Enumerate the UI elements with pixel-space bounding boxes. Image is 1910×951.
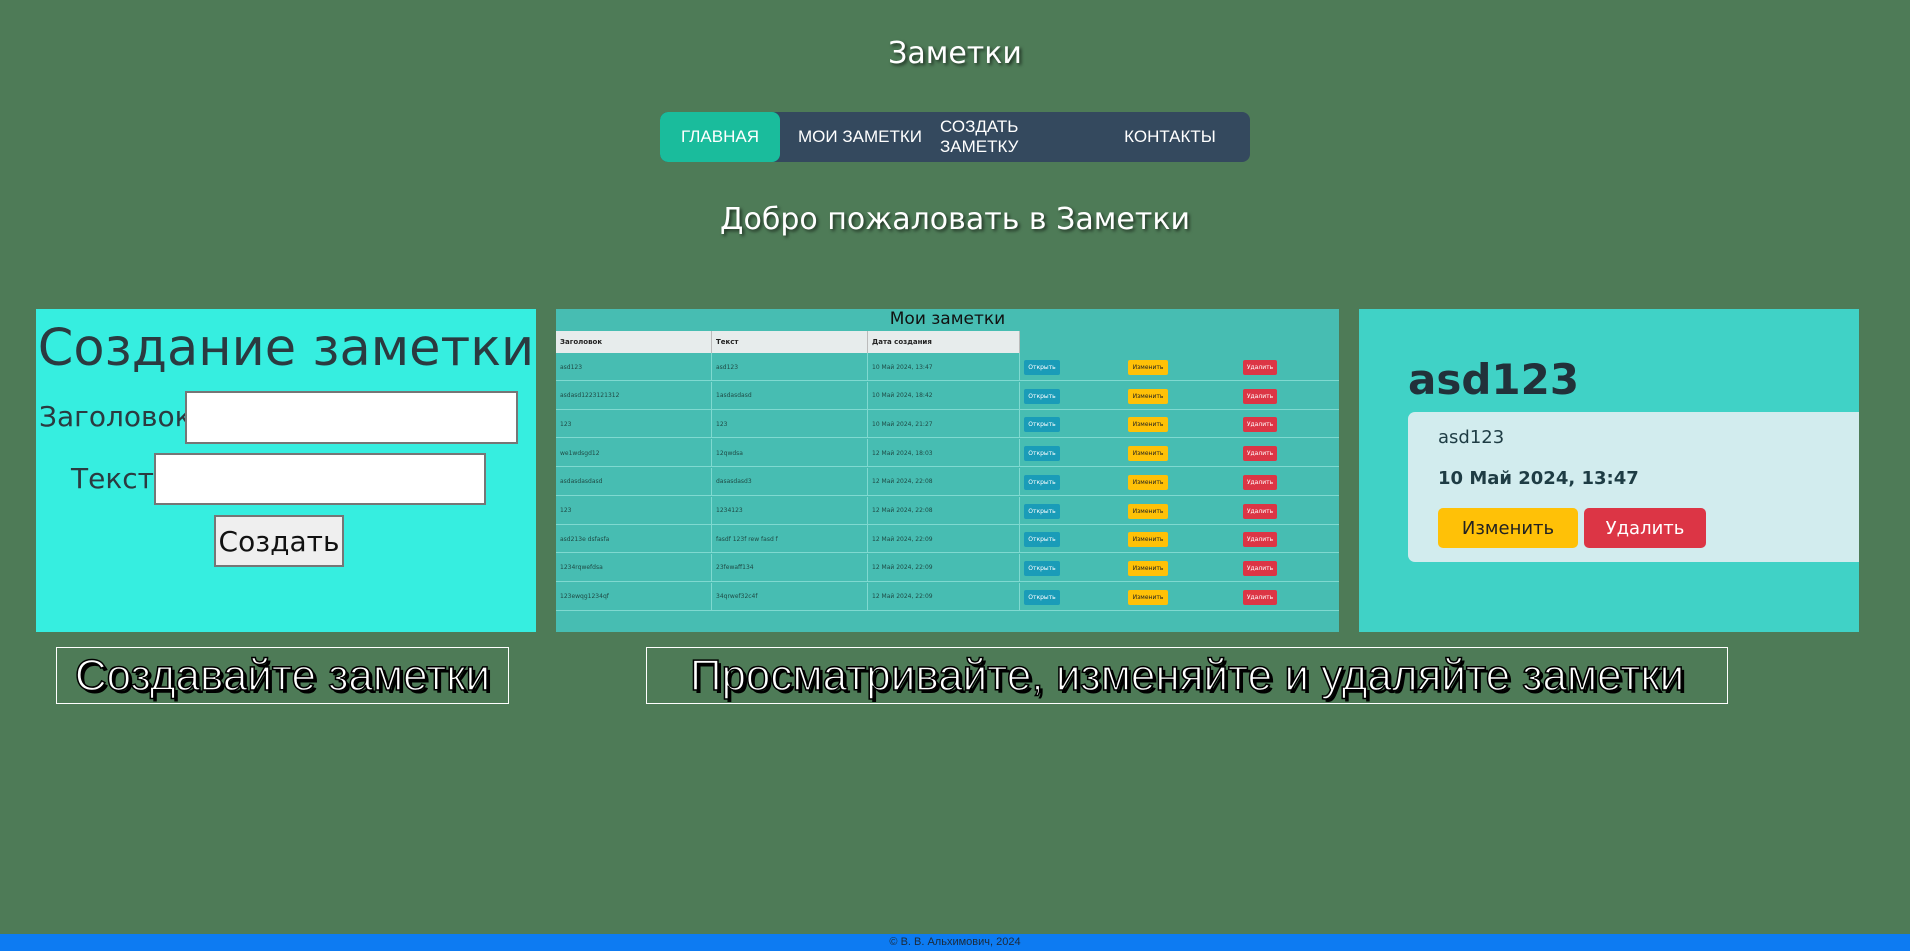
row-title-cell: 123 bbox=[556, 410, 712, 439]
notes-list-screenshot: Мои заметки Заголовок Текст Дата создани… bbox=[556, 309, 1339, 632]
row-edit-button: Изменить bbox=[1128, 474, 1168, 490]
welcome-heading: Добро пожаловать в Заметки bbox=[720, 202, 1190, 237]
table-row: asdasdasdasd dasasdasd3 12 Май 2024, 22:08… bbox=[556, 467, 1339, 496]
text-input bbox=[154, 453, 486, 505]
row-title-cell: 123ewqg1234qf bbox=[556, 582, 712, 611]
column-header-date: Дата создания bbox=[868, 331, 1020, 353]
row-text-cell: dasasdasd3 bbox=[712, 467, 868, 496]
row-open-button: Открыть bbox=[1024, 532, 1060, 548]
row-text-cell: 1asdasdasd bbox=[712, 381, 868, 410]
note-delete-button: Удалить bbox=[1584, 508, 1706, 548]
table-row: 123ewqg1234qf 34qrwef32c4f 12 Май 2024, 22… bbox=[556, 582, 1339, 611]
nav-item-contacts[interactable]: КОНТАКТЫ bbox=[1090, 112, 1250, 162]
row-title-cell: asdasd1223121312 bbox=[556, 381, 712, 410]
row-date-cell: 12 Май 2024, 22:09 bbox=[868, 582, 1020, 611]
nav-item-home[interactable]: ГЛАВНАЯ bbox=[660, 112, 780, 162]
row-date-cell: 12 Май 2024, 22:09 bbox=[868, 553, 1020, 582]
row-delete-button: Удалить bbox=[1243, 388, 1277, 404]
row-edit-button: Изменить bbox=[1128, 446, 1168, 462]
row-date-cell: 10 Май 2024, 18:42 bbox=[868, 381, 1020, 410]
row-delete-button: Удалить bbox=[1243, 532, 1277, 548]
row-edit-button: Изменить bbox=[1128, 388, 1168, 404]
row-open-button: Открыть bbox=[1024, 474, 1060, 490]
column-header-text: Текст bbox=[712, 331, 868, 353]
row-open-button: Открыть bbox=[1024, 560, 1060, 576]
heading-input bbox=[185, 391, 518, 444]
note-card: asd123 10 Май 2024, 13:47 Изменить Удали… bbox=[1408, 412, 1859, 562]
row-edit-button: Изменить bbox=[1128, 360, 1168, 375]
row-date-cell: 12 Май 2024, 18:03 bbox=[868, 439, 1020, 468]
row-title-cell: we1wdsgd12 bbox=[556, 439, 712, 468]
row-date-cell: 12 Май 2024, 22:08 bbox=[868, 467, 1020, 496]
row-delete-button: Удалить bbox=[1243, 446, 1277, 462]
caption-create: Создавайте заметки bbox=[56, 647, 509, 704]
row-delete-button: Удалить bbox=[1243, 474, 1277, 490]
note-date: 10 Май 2024, 13:47 bbox=[1438, 468, 1639, 489]
row-text-cell: asd123 bbox=[712, 353, 868, 381]
row-open-button: Открыть bbox=[1024, 388, 1060, 404]
row-date-cell: 10 Май 2024, 13:47 bbox=[868, 353, 1020, 381]
row-open-button: Открыть bbox=[1024, 360, 1060, 375]
notes-list-title: Мои заметки bbox=[889, 309, 1006, 329]
row-text-cell: 12qwdsa bbox=[712, 439, 868, 468]
main-nav: ГЛАВНАЯ МОИ ЗАМЕТКИ СОЗДАТЬ ЗАМЕТКУ КОНТ… bbox=[660, 112, 1250, 162]
table-row: asd123 asd123 10 Май 2024, 13:47 Открыть Изм… bbox=[556, 353, 1339, 381]
row-delete-button: Удалить bbox=[1243, 417, 1277, 433]
note-view-title: asd123 bbox=[1408, 355, 1580, 404]
note-edit-button: Изменить bbox=[1438, 508, 1578, 548]
row-text-cell: 1234123 bbox=[712, 496, 868, 525]
row-open-button: Открыть bbox=[1024, 417, 1060, 433]
row-title-cell: 123 bbox=[556, 496, 712, 525]
row-title-cell: asd213e dsfasfa bbox=[556, 525, 712, 554]
row-title-cell: 1234rqwefdsa bbox=[556, 553, 712, 582]
row-title-cell: asd123 bbox=[556, 353, 712, 381]
table-row: 1234rqwefdsa 23fewaff134 12 Май 2024, 22:0… bbox=[556, 553, 1339, 582]
row-delete-button: Удалить bbox=[1243, 589, 1277, 605]
row-open-button: Открыть bbox=[1024, 446, 1060, 462]
create-button: Создать bbox=[214, 515, 344, 567]
create-note-screenshot: Создание заметки Заголовок: Текст: Созда… bbox=[36, 309, 536, 632]
row-edit-button: Изменить bbox=[1128, 589, 1168, 605]
row-text-cell: fasdf 123f rew fasd f bbox=[712, 525, 868, 554]
row-open-button: Открыть bbox=[1024, 503, 1060, 519]
row-edit-button: Изменить bbox=[1128, 417, 1168, 433]
row-delete-button: Удалить bbox=[1243, 503, 1277, 519]
table-row: 123 123 10 Май 2024, 21:27 Открыть Изменить У… bbox=[556, 410, 1339, 439]
table-row: 123 1234123 12 Май 2024, 22:08 Открыть Измен… bbox=[556, 496, 1339, 525]
note-text: asd123 bbox=[1438, 427, 1505, 448]
table-row: asd213e dsfasfa fasdf 123f rew fasd f 12 М… bbox=[556, 525, 1339, 554]
row-edit-button: Изменить bbox=[1128, 503, 1168, 519]
table-row: asdasd1223121312 1asdasdasd 10 Май 2024, 1… bbox=[556, 381, 1339, 410]
nav-item-create-note[interactable]: СОЗДАТЬ ЗАМЕТКУ bbox=[940, 112, 1090, 162]
row-title-cell: asdasdasdasd bbox=[556, 467, 712, 496]
row-text-cell: 34qrwef32c4f bbox=[712, 582, 868, 611]
create-form-title: Создание заметки bbox=[37, 319, 535, 378]
row-date-cell: 10 Май 2024, 21:27 bbox=[868, 410, 1020, 439]
column-header-title: Заголовок bbox=[556, 331, 712, 353]
table-row: we1wdsgd12 12qwdsa 12 Май 2024, 18:03 Откры… bbox=[556, 439, 1339, 468]
row-edit-button: Изменить bbox=[1128, 560, 1168, 576]
row-text-cell: 123 bbox=[712, 410, 868, 439]
text-label: Текст: bbox=[71, 462, 164, 495]
footer-copyright: © В. В. Альхимович, 2024 bbox=[0, 934, 1910, 951]
row-delete-button: Удалить bbox=[1243, 360, 1277, 375]
row-date-cell: 12 Май 2024, 22:09 bbox=[868, 525, 1020, 554]
row-open-button: Открыть bbox=[1024, 589, 1060, 605]
row-text-cell: 23fewaff134 bbox=[712, 553, 868, 582]
heading-label: Заголовок: bbox=[39, 400, 201, 433]
nav-item-my-notes[interactable]: МОИ ЗАМЕТКИ bbox=[780, 112, 940, 162]
row-edit-button: Изменить bbox=[1128, 532, 1168, 548]
note-view-screenshot: asd123 asd123 10 Май 2024, 13:47 Изменит… bbox=[1359, 309, 1859, 632]
row-delete-button: Удалить bbox=[1243, 560, 1277, 576]
caption-manage: Просматривайте, изменяйте и удаляйте зам… bbox=[646, 647, 1728, 704]
row-date-cell: 12 Май 2024, 22:08 bbox=[868, 496, 1020, 525]
site-title: Заметки bbox=[888, 36, 1022, 71]
